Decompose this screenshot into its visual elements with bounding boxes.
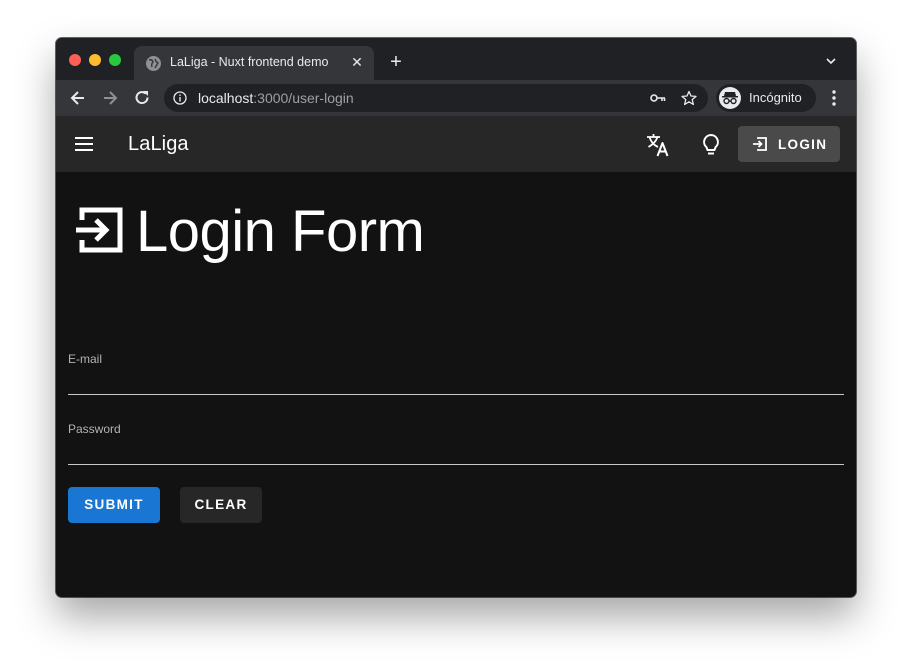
tab-strip: LaLiga - Nuxt frontend demo ✕ + [56,38,856,80]
app-title[interactable]: LaLiga [128,133,189,156]
password-underline [68,464,844,465]
kebab-menu-icon[interactable] [830,89,838,112]
login-icon [72,206,124,259]
reload-icon[interactable] [132,88,152,108]
email-field[interactable]: E-mail [68,352,844,396]
info-icon[interactable] [173,91,187,110]
translate-icon[interactable] [645,132,671,163]
profile-label: Incógnito [749,90,802,105]
maximize-window-button[interactable] [109,54,121,66]
browser-tab[interactable]: LaLiga - Nuxt frontend demo ✕ [134,46,374,80]
key-icon[interactable] [650,91,666,110]
login-button-label: LOGIN [778,137,828,152]
address-bar[interactable]: localhost:3000/user-login [164,84,708,112]
url-text: localhost:3000/user-login [198,90,354,106]
close-icon[interactable]: ✕ [348,53,366,71]
password-label: Password [68,422,121,436]
browser-toolbar: localhost:3000/user-login Incógnito [56,80,856,116]
login-button[interactable]: LOGIN [738,126,840,162]
close-window-button[interactable] [69,54,81,66]
profile-button[interactable]: Incógnito [716,84,816,112]
email-label: E-mail [68,352,103,366]
forward-arrow-icon[interactable] [100,88,120,108]
lightbulb-icon[interactable] [700,132,722,163]
back-arrow-icon[interactable] [68,88,88,108]
chevron-down-icon[interactable] [824,54,838,68]
minimize-window-button[interactable] [89,54,101,66]
incognito-icon [719,87,741,109]
login-icon [753,137,767,151]
star-icon[interactable] [681,90,697,111]
browser-window: LaLiga - Nuxt frontend demo ✕ + localhos… [56,38,856,597]
submit-button[interactable]: SUBMIT [68,487,160,523]
plus-icon[interactable]: + [386,52,406,72]
hamburger-icon[interactable] [74,135,94,158]
page-title: Login Form [136,199,425,264]
main-content: Login Form E-mail Password SUBMIT CLEAR [56,172,856,597]
email-underline [68,394,844,395]
clear-button[interactable]: CLEAR [180,487,262,523]
tab-title: LaLiga - Nuxt frontend demo [170,55,329,69]
globe-icon [146,56,161,71]
app-bar: LaLiga LOGIN [56,116,856,172]
password-field[interactable]: Password [68,422,844,466]
